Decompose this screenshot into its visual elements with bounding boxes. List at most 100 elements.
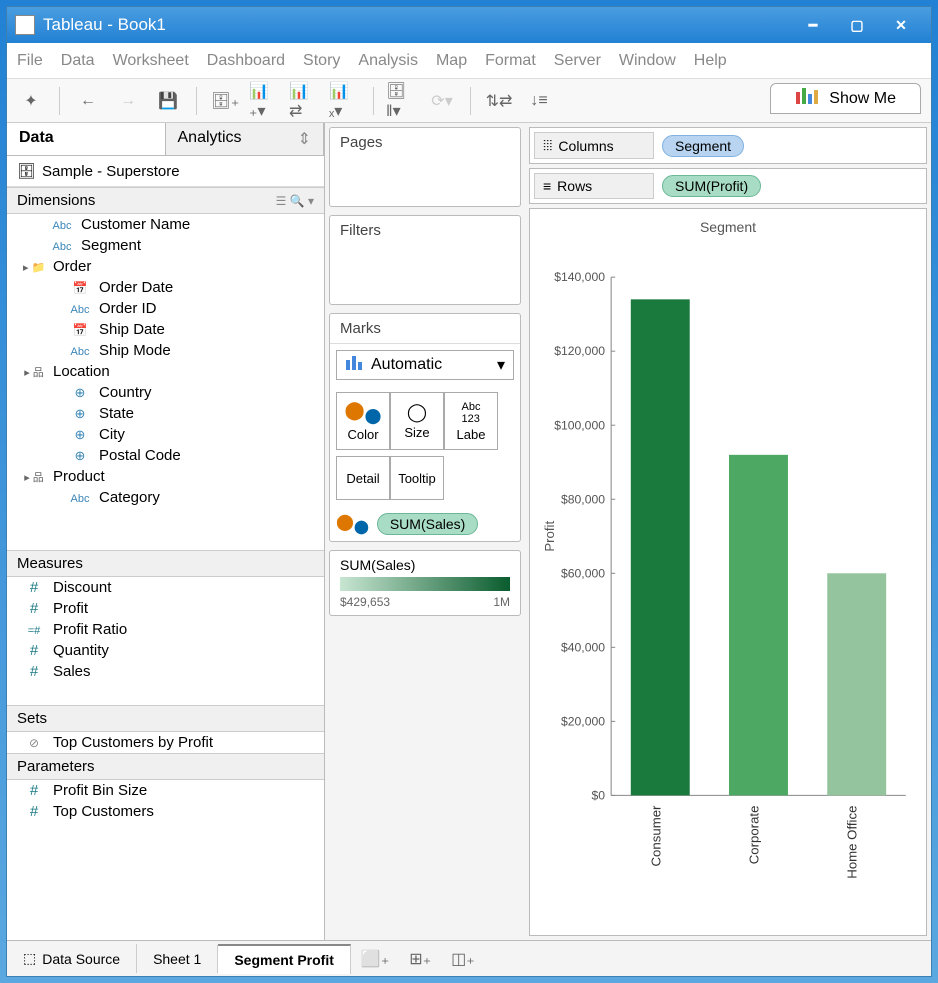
columns-shelf[interactable]: ⦙⦙⦙Columns Segment [529,127,927,164]
menu-dashboard[interactable]: Dashboard [207,52,285,70]
hash-icon [23,663,45,680]
refresh-button[interactable]: ⟳▾ [426,85,458,117]
field-top-customers-by-profit[interactable]: Top Customers by Profit [7,732,324,753]
chart-area[interactable]: Segment $0$20,000$40,000$60,000$80,000$1… [529,208,927,936]
svg-text:$100,000: $100,000 [554,418,605,432]
rows-shelf[interactable]: ≡Rows SUM(Profit) [529,168,927,204]
chart-title: Segment [540,219,916,235]
menu-file[interactable]: File [17,52,43,70]
column-pill[interactable]: Segment [662,135,744,157]
field-quantity[interactable]: Quantity [7,640,324,661]
detail-button[interactable]: Detail [336,456,390,500]
field-ship-mode[interactable]: Ship Mode [7,340,324,361]
menu-format[interactable]: Format [485,52,536,70]
clear-button[interactable]: 📊ₓ▾ [329,85,361,117]
duplicate-button[interactable]: 📊⇄ [289,85,321,117]
window-title: Tableau - Book1 [43,15,791,35]
hash-icon [23,782,45,799]
datasource-row[interactable]: 🗄 Sample - Superstore [7,156,324,187]
field-customer-name[interactable]: Customer Name [7,214,324,235]
tooltip-button[interactable]: Tooltip [390,456,444,500]
field-ship-date[interactable]: Ship Date [7,319,324,340]
maximize-button[interactable]: ▢ [835,13,879,37]
field-order[interactable]: Order [7,256,324,277]
field-order-id[interactable]: Order ID [7,298,324,319]
gradient-bar [340,577,510,591]
cylinder-icon: ⬚ [23,950,36,967]
pages-shelf[interactable]: Pages [329,127,521,207]
field-country[interactable]: Country [7,382,324,403]
datasource-name: Sample - Superstore [42,163,180,180]
new-dashboard-icon[interactable]: ⊞₊ [399,943,441,975]
swap-button[interactable]: ⇅⇄ [483,85,515,117]
sheet-tabs: ⬚Data Source Sheet 1 Segment Profit ⬜₊ ⊞… [7,940,931,976]
titlebar: ✦ Tableau - Book1 ━ ▢ ✕ [7,7,931,43]
svg-text:$0: $0 [591,788,605,802]
field-order-date[interactable]: Order Date [7,277,324,298]
mark-type-dropdown[interactable]: Automatic ▾ [336,350,514,380]
field-product[interactable]: Product [7,466,324,487]
analytics-tab[interactable]: Analytics ⇕ [166,123,325,155]
new-worksheet-icon[interactable]: ⬜₊ [351,943,399,975]
measures-tree[interactable]: DiscountProfitProfit RatioQuantitySales [7,577,324,705]
data-pane: Data Analytics ⇕ 🗄 Sample - Superstore D… [7,123,325,940]
field-sales[interactable]: Sales [7,661,324,682]
color-button[interactable]: ⬤⬤Color [336,392,390,450]
forward-button[interactable]: → [112,85,144,117]
parameters-tree[interactable]: Profit Bin SizeTop Customers [7,780,324,822]
menu-story[interactable]: Story [303,52,340,70]
field-postal-code[interactable]: Postal Code [7,445,324,466]
save-button[interactable]: 💾 [152,85,184,117]
field-category[interactable]: Category [7,487,324,508]
size-button[interactable]: ◯Size [390,392,444,450]
color-pill[interactable]: SUM(Sales) [377,513,478,535]
geo-icon [69,385,91,401]
hash-icon [23,600,45,617]
pause-button[interactable]: 🗄‖▾ [386,85,418,117]
sheet1-tab[interactable]: Sheet 1 [137,945,218,973]
menu-window[interactable]: Window [619,52,676,70]
color-legend[interactable]: SUM(Sales) $429,6531M [329,550,521,616]
field-discount[interactable]: Discount [7,577,324,598]
close-button[interactable]: ✕ [879,13,923,37]
menu-data[interactable]: Data [61,52,95,70]
tableau-icon[interactable]: ✦ [15,85,47,117]
back-button[interactable]: ← [72,85,104,117]
bar-chart-icon [795,88,819,109]
show-me-button[interactable]: Show Me [770,83,921,114]
menu-server[interactable]: Server [554,52,601,70]
hash-icon [23,579,45,596]
new-story-icon[interactable]: ◫₊ [441,943,485,975]
filters-shelf[interactable]: Filters [329,215,521,305]
menu-worksheet[interactable]: Worksheet [113,52,189,70]
sort-button[interactable]: ↓≡ [523,85,555,117]
field-state[interactable]: State [7,403,324,424]
field-top-customers[interactable]: Top Customers [7,801,324,822]
data-tab[interactable]: Data [7,123,166,155]
active-sheet-tab[interactable]: Segment Profit [218,944,351,974]
datasource-tab[interactable]: ⬚Data Source [7,944,137,973]
bar-chart: $0$20,000$40,000$60,000$80,000$100,000$1… [540,239,916,925]
field-profit-bin-size[interactable]: Profit Bin Size [7,780,324,801]
field-segment[interactable]: Segment [7,235,324,256]
row-pill[interactable]: SUM(Profit) [662,175,761,197]
field-profit-ratio[interactable]: Profit Ratio [7,619,324,640]
menu-map[interactable]: Map [436,52,467,70]
new-worksheet-button[interactable]: 📊₊▾ [249,85,281,117]
minimize-button[interactable]: ━ [791,13,835,37]
sets-header: Sets [7,705,324,732]
field-city[interactable]: City [7,424,324,445]
svg-text:Corporate: Corporate [746,806,761,865]
menu-analysis[interactable]: Analysis [358,52,418,70]
svg-text:Home Office: Home Office [845,806,860,879]
field-location[interactable]: Location [7,361,324,382]
sets-tree[interactable]: Top Customers by Profit [7,732,324,753]
dimensions-tree[interactable]: Customer NameSegmentOrderOrder DateOrder… [7,214,324,550]
field-profit[interactable]: Profit [7,598,324,619]
new-datasource-button[interactable]: 🗄₊ [209,85,241,117]
svg-text:$80,000: $80,000 [561,492,605,506]
tree-ic-icon [23,364,45,380]
menu-help[interactable]: Help [694,52,727,70]
label-button[interactable]: Abc123Labe [444,392,498,450]
menubar: File Data Worksheet Dashboard Story Anal… [7,43,931,79]
